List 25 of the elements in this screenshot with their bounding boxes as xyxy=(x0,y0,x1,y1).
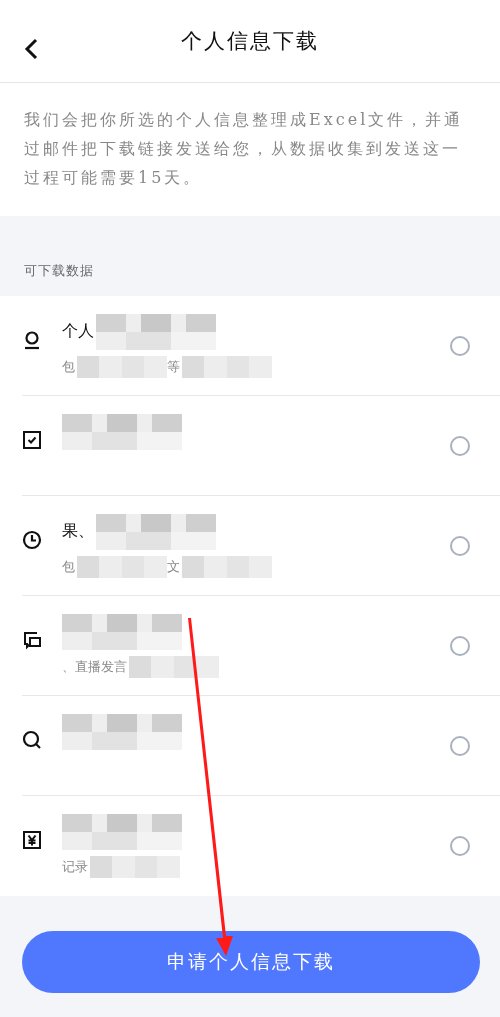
item-description: 记录 xyxy=(62,858,88,876)
item-description: 等 xyxy=(167,357,180,376)
section-label: 可下载数据 xyxy=(24,262,94,280)
radio-button[interactable] xyxy=(450,836,470,856)
clock-icon xyxy=(22,529,42,550)
person-icon xyxy=(22,329,42,350)
item-title: 果、 xyxy=(62,521,94,542)
radio-button[interactable] xyxy=(450,535,470,556)
back-icon[interactable] xyxy=(24,38,38,60)
item-description: 包 xyxy=(62,357,75,376)
page-title: 个人信息下载 xyxy=(181,28,319,55)
item-description: 、直播发言 xyxy=(62,657,127,676)
radio-button[interactable] xyxy=(450,735,470,756)
intro-text: 我们会把你所选的个人信息整理成Excel文件，并通过邮件把下载链接发送给您，从数据收集到发送这一过程可能需要15天。 xyxy=(0,83,500,216)
item-title: 个人 xyxy=(62,321,94,342)
yen-icon xyxy=(22,830,42,850)
item-description: 包 xyxy=(62,557,75,576)
radio-button[interactable] xyxy=(450,335,470,356)
radio-button[interactable] xyxy=(450,435,470,456)
radio-button[interactable] xyxy=(450,635,470,656)
submit-button[interactable]: 申请个人信息下载 xyxy=(22,931,480,993)
checklist-icon xyxy=(22,429,42,450)
chat-icon xyxy=(22,629,42,650)
search-icon xyxy=(22,729,42,750)
item-description: 文 xyxy=(167,557,180,576)
